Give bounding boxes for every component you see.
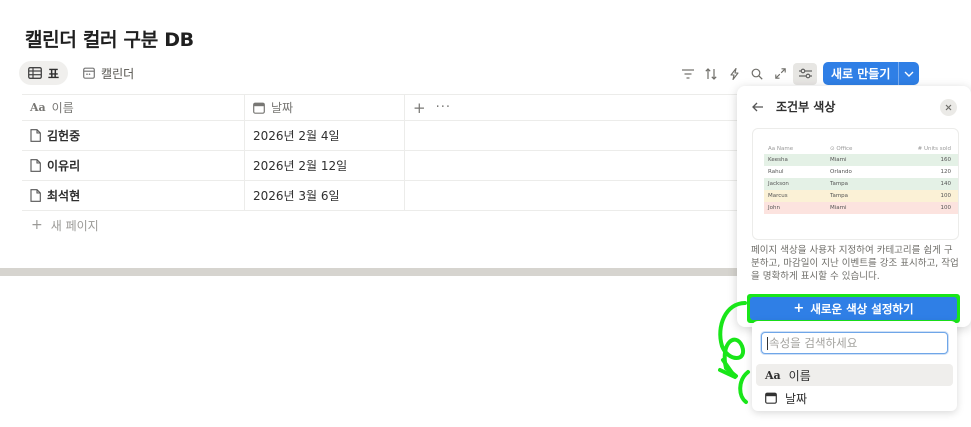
conditional-color-panel: 조건부 색상 Aa Name ⊙ Office # Units sold # K…	[737, 86, 971, 327]
database-toolbar: 새로 만들기	[678, 62, 920, 85]
table-icon	[28, 67, 42, 79]
expand-button[interactable]	[770, 63, 790, 85]
chevron-down-icon	[904, 71, 914, 77]
table-row[interactable]: 이유리 2026년 2월 12일	[22, 151, 742, 181]
property-option-name[interactable]: Aa 이름	[756, 364, 953, 386]
add-color-rule-label: 새로운 색상 설정하기	[810, 301, 914, 316]
table-header: Aa 이름 날짜 + ···	[22, 94, 742, 121]
add-page-label: 새 페이지	[50, 218, 99, 233]
text-property-icon: Aa	[30, 101, 46, 114]
back-arrow-icon[interactable]	[752, 102, 764, 112]
preview-header: Name	[776, 145, 794, 152]
view-tabs: 표 캘린더	[19, 61, 143, 85]
plus-icon: +	[793, 301, 805, 316]
property-dropdown: 속성을 검색하세요 Aa 이름 날짜	[752, 321, 957, 411]
calendar-icon	[253, 102, 265, 114]
page-title: 캘린더 컬러 구분 DB	[25, 29, 194, 51]
preview-row: Rahul Orlando 120	[764, 166, 958, 178]
add-column-icon[interactable]: +	[413, 99, 426, 117]
add-color-rule-button[interactable]: + 새로운 색상 설정하기	[750, 297, 957, 320]
column-header-name[interactable]: Aa 이름	[22, 95, 245, 120]
cta-highlight: + 새로운 색상 설정하기	[747, 294, 960, 323]
calendar-icon	[765, 392, 777, 404]
property-option-date[interactable]: 날짜	[756, 387, 953, 409]
search-button[interactable]	[747, 63, 767, 85]
row-date[interactable]: 2026년 2월 4일	[245, 121, 405, 150]
preview-header: Units sold	[923, 145, 951, 152]
view-tab-calendar[interactable]: 캘린더	[74, 61, 143, 85]
page-icon	[30, 159, 41, 172]
database-table: Aa 이름 날짜 + ··· 김헌중 2026년 2월 4일 이유리 2026년…	[22, 94, 742, 239]
row-date[interactable]: 2026년 2월 12일	[245, 151, 405, 180]
text-property-icon: Aa	[768, 145, 777, 152]
panel-description: 페이지 색상을 사용자 지정하여 카테고리를 쉽게 구분하고, 마감일이 지난 …	[751, 245, 959, 282]
view-tab-label: 캘린더	[101, 66, 135, 81]
preview-row: Marcus Tampa 100	[764, 190, 958, 202]
text-property-icon: Aa	[765, 368, 781, 382]
option-label: 이름	[788, 368, 811, 383]
row-name[interactable]: 최석현	[47, 187, 80, 204]
property-search-input[interactable]: 속성을 검색하세요	[761, 332, 948, 354]
horizontal-scrollbar[interactable]	[0, 268, 745, 276]
more-options-icon[interactable]: ···	[436, 100, 451, 115]
preview-header: Office	[836, 145, 853, 152]
add-page-button[interactable]: + 새 페이지	[22, 211, 742, 239]
filter-icon	[682, 68, 694, 79]
row-name[interactable]: 이유리	[47, 157, 80, 174]
row-date[interactable]: 2026년 3월 6일	[245, 181, 405, 210]
sort-icon	[705, 67, 717, 80]
sort-button[interactable]	[701, 63, 721, 85]
settings-icon	[798, 68, 812, 79]
search-placeholder: 속성을 검색하세요	[769, 336, 858, 350]
view-tab-label: 표	[48, 66, 60, 81]
row-name[interactable]: 김헌중	[47, 127, 80, 144]
preview-row: Keesha Miami 160	[764, 154, 958, 166]
close-button[interactable]	[940, 99, 957, 116]
page-icon	[30, 189, 41, 202]
preview-row: John Miami 100	[764, 202, 958, 214]
filter-button[interactable]	[678, 63, 698, 85]
close-icon	[945, 104, 952, 111]
preview-header-row: Aa Name ⊙ Office # Units sold #	[764, 143, 958, 154]
preview-table: Aa Name ⊙ Office # Units sold # KeeshaMi…	[764, 143, 958, 214]
plus-icon: +	[31, 217, 43, 233]
table-row[interactable]: 김헌중 2026년 2월 4일	[22, 121, 742, 151]
settings-button[interactable]	[793, 62, 817, 85]
column-header-label: 날짜	[271, 101, 294, 115]
column-header-date[interactable]: 날짜	[245, 95, 405, 120]
text-caret	[767, 336, 768, 350]
preview-row: Jackson Tampa 140	[764, 178, 958, 190]
column-header-actions: + ···	[405, 95, 742, 120]
automation-icon	[729, 67, 739, 80]
preview-image: Aa Name ⊙ Office # Units sold # KeeshaMi…	[752, 128, 959, 240]
calendar-icon	[83, 67, 95, 79]
expand-icon	[774, 68, 786, 79]
new-button[interactable]: 새로 만들기	[823, 62, 920, 85]
page-icon	[30, 129, 41, 142]
automation-button[interactable]	[724, 63, 744, 85]
new-button-dropdown[interactable]	[899, 62, 919, 85]
view-tab-table[interactable]: 표	[19, 61, 69, 85]
search-icon	[751, 68, 763, 80]
panel-title: 조건부 색상	[776, 100, 836, 114]
new-button-label[interactable]: 새로 만들기	[823, 62, 900, 85]
table-row[interactable]: 최석현 2026년 3월 6일	[22, 181, 742, 211]
column-header-label: 이름	[51, 101, 74, 115]
option-label: 날짜	[785, 391, 808, 406]
